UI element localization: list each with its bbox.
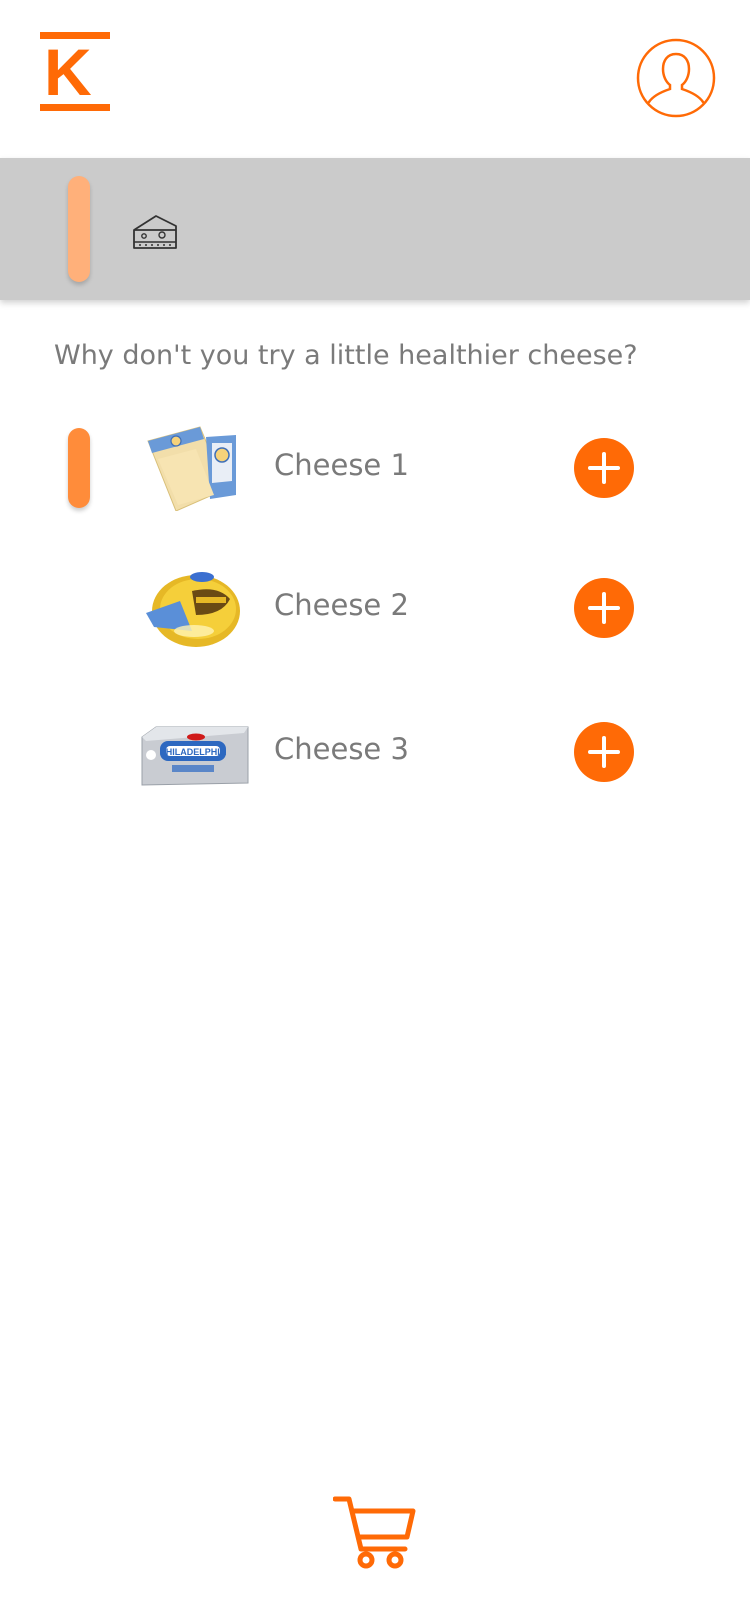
category-bar[interactable]	[0, 158, 750, 300]
k-logo[interactable]: K	[38, 32, 112, 112]
list-item[interactable]: Cheese 2	[0, 558, 750, 658]
brand-label: PHILADELPHIA	[160, 747, 227, 757]
category-indicator	[68, 176, 90, 282]
cheese-icon	[133, 215, 177, 249]
selected-indicator	[68, 428, 90, 508]
cheese-block-image	[147, 426, 236, 511]
add-button[interactable]	[574, 722, 634, 782]
item-name: Cheese 2	[274, 588, 409, 622]
cheese-tub-image	[146, 572, 240, 647]
logo-letter: K	[44, 35, 92, 109]
list-item[interactable]: Cheese 1	[0, 418, 750, 518]
item-name: Cheese 1	[274, 448, 409, 482]
cart-icon[interactable]	[333, 1495, 417, 1569]
add-button[interactable]	[574, 578, 634, 638]
item-name: Cheese 3	[274, 732, 409, 766]
suggestion-text: Why don't you try a little healthier che…	[54, 340, 638, 371]
add-button[interactable]	[574, 438, 634, 498]
cream-cheese-image: PHILADELPHIA	[141, 726, 249, 786]
user-avatar-icon[interactable]	[636, 38, 716, 118]
list-item[interactable]: PHILADELPHIA Cheese 3	[0, 702, 750, 802]
